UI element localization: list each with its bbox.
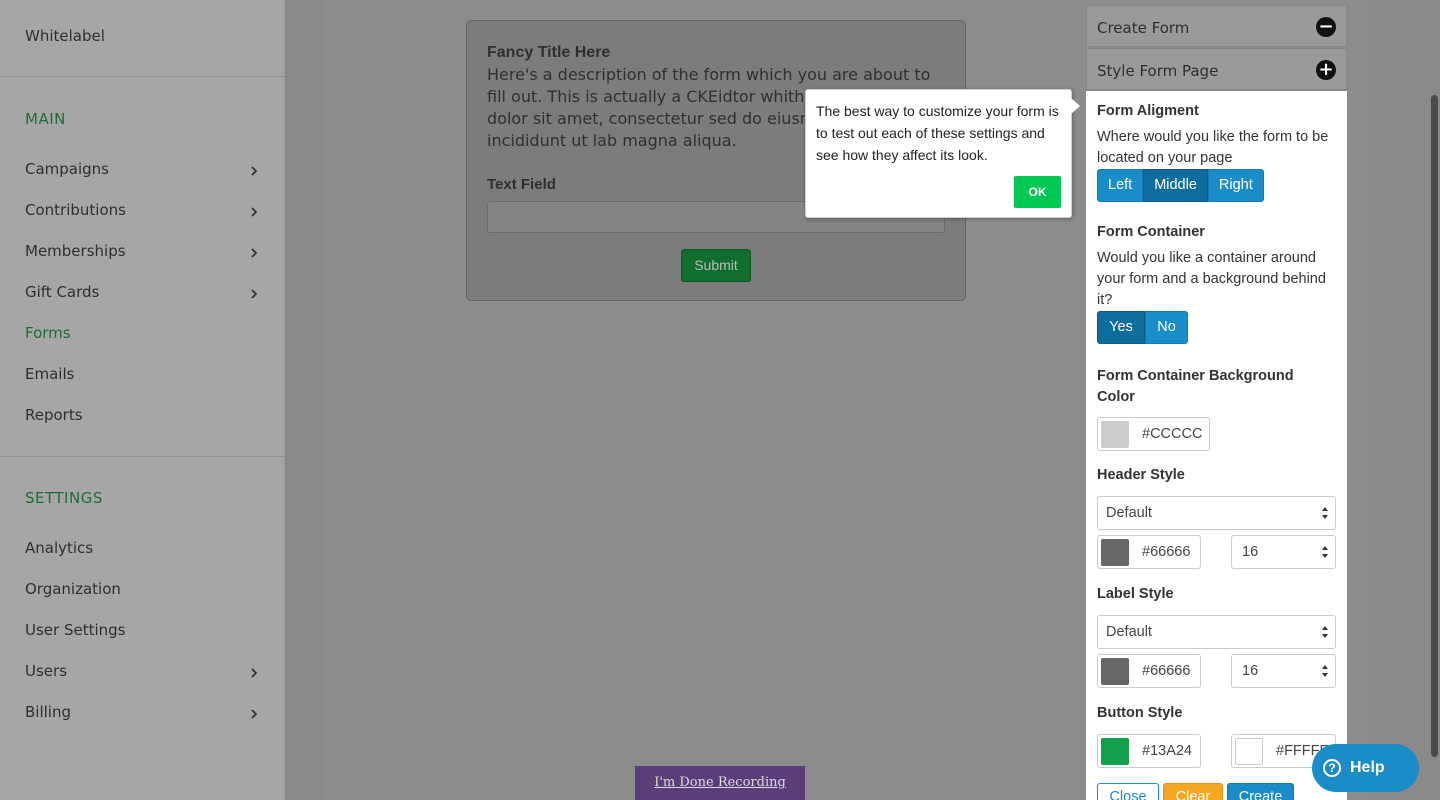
chevron-right-icon[interactable]: [248, 707, 260, 719]
label-color-value: #66666: [1142, 663, 1191, 679]
accordion-style-form-page[interactable]: Style Form Page +: [1086, 48, 1347, 90]
create-button[interactable]: Create: [1227, 783, 1294, 800]
close-button[interactable]: Close: [1097, 783, 1159, 800]
label-size-value: 16: [1242, 663, 1259, 679]
tour-tooltip: The best way to customize your form is t…: [805, 89, 1072, 218]
color-swatch[interactable]: [1101, 738, 1129, 765]
select-arrows-icon: [1322, 665, 1328, 677]
accordion-create-form-label: Create Form: [1097, 19, 1190, 37]
help-button[interactable]: ? Help: [1312, 744, 1419, 792]
chevron-right-icon[interactable]: [248, 287, 260, 299]
container-no-button[interactable]: No: [1145, 311, 1188, 344]
form-container-text: Would you like a container around your f…: [1097, 250, 1326, 308]
right-gutter: [1367, 0, 1427, 800]
alignment-button-group: Left Middle Right: [1097, 169, 1264, 202]
sidebar-item-emails[interactable]: Emails: [25, 365, 74, 383]
sidebar-section-main: MAIN: [25, 110, 66, 128]
align-left-button[interactable]: Left: [1097, 169, 1144, 202]
sidebar-item-campaigns[interactable]: Campaigns: [25, 160, 109, 178]
color-swatch[interactable]: [1101, 421, 1129, 448]
sidebar-item-contributions[interactable]: Contributions: [25, 201, 126, 219]
header-size-value: 16: [1242, 544, 1259, 560]
sidebar-item-forms[interactable]: Forms: [25, 324, 71, 342]
color-swatch[interactable]: [1101, 539, 1129, 566]
select-arrows-icon: [1322, 546, 1328, 558]
sidebar-item-reports[interactable]: Reports: [25, 406, 83, 424]
clear-button[interactable]: Clear: [1163, 783, 1223, 800]
accordion-style-form-page-label: Style Form Page: [1097, 62, 1219, 80]
container-bg-color-value: #CCCCC: [1142, 426, 1202, 442]
color-swatch[interactable]: [1101, 658, 1129, 685]
header-style-title: Header Style: [1097, 467, 1185, 483]
style-panel-body: Form Aligment Where would you like the f…: [1086, 91, 1347, 800]
help-label: Help: [1350, 759, 1385, 776]
color-swatch[interactable]: [1235, 738, 1263, 765]
chevron-right-icon[interactable]: [248, 164, 260, 176]
style-panel: Create Form − Style Form Page + Form Ali…: [1086, 5, 1347, 800]
minus-circle-icon[interactable]: −: [1316, 17, 1336, 37]
plus-circle-icon[interactable]: +: [1316, 60, 1336, 80]
chevron-right-icon[interactable]: [248, 205, 260, 217]
header-font-value: Default: [1106, 505, 1152, 521]
sidebar-section-settings: SETTINGS: [25, 489, 103, 507]
sidebar-item-user-settings[interactable]: User Settings: [25, 621, 125, 639]
form-container-title: Form Container: [1097, 224, 1205, 240]
select-arrows-icon: [1322, 507, 1328, 519]
form-alignment-title: Form Aligment: [1097, 103, 1199, 119]
done-recording-button[interactable]: I'm Done Recording: [635, 766, 805, 800]
sidebar: Whitelabel MAIN Campaigns Contributions …: [0, 0, 285, 800]
sidebar-item-users[interactable]: Users: [25, 662, 67, 680]
sidebar-item-whitelabel[interactable]: Whitelabel: [25, 27, 105, 45]
container-yes-button[interactable]: Yes: [1097, 311, 1145, 344]
sidebar-item-analytics[interactable]: Analytics: [25, 539, 93, 557]
sidebar-item-memberships[interactable]: Memberships: [25, 242, 126, 260]
sidebar-divider: [0, 456, 285, 457]
tooltip-arrow: [1071, 98, 1080, 114]
header-color-field[interactable]: #66666: [1097, 535, 1201, 569]
sidebar-divider: [0, 76, 285, 77]
scrollbar-thumb[interactable]: [1431, 95, 1438, 757]
form-alignment-text: Where would you like the form to be loca…: [1097, 129, 1329, 166]
sidebar-item-billing[interactable]: Billing: [25, 703, 71, 721]
align-middle-button[interactable]: Middle: [1143, 169, 1208, 202]
label-font-value: Default: [1106, 624, 1152, 640]
button-bg-color-value: #13A24: [1142, 743, 1192, 759]
sidebar-item-organization[interactable]: Organization: [25, 580, 121, 598]
label-size-select[interactable]: 16: [1231, 654, 1336, 688]
form-preview-submit-button[interactable]: Submit: [681, 249, 751, 282]
question-circle-icon: ?: [1323, 759, 1341, 777]
button-style-title: Button Style: [1097, 705, 1183, 721]
container-bg-color-field[interactable]: #CCCCC: [1097, 417, 1210, 451]
chevron-right-icon[interactable]: [248, 666, 260, 678]
button-bg-color-field[interactable]: #13A24: [1097, 734, 1201, 768]
container-button-group: Yes No: [1097, 311, 1188, 344]
tooltip-text: The best way to customize your form is t…: [816, 103, 1059, 163]
sidebar-item-gift-cards[interactable]: Gift Cards: [25, 283, 99, 301]
form-preview-field-label: Text Field: [487, 176, 556, 193]
header-size-select[interactable]: 16: [1231, 535, 1336, 569]
label-color-field[interactable]: #66666: [1097, 654, 1201, 688]
tooltip-ok-button[interactable]: OK: [1014, 176, 1061, 208]
align-right-button[interactable]: Right: [1207, 169, 1264, 202]
chevron-right-icon[interactable]: [248, 246, 260, 258]
header-font-select[interactable]: Default: [1097, 496, 1336, 530]
form-preview-title: Fancy Title Here: [487, 44, 611, 61]
select-arrows-icon: [1322, 626, 1328, 638]
label-font-select[interactable]: Default: [1097, 615, 1336, 649]
header-color-value: #66666: [1142, 544, 1191, 560]
label-style-title: Label Style: [1097, 586, 1174, 602]
container-bg-color-title: Form Container Background Color: [1097, 368, 1294, 405]
accordion-create-form[interactable]: Create Form −: [1086, 5, 1347, 47]
